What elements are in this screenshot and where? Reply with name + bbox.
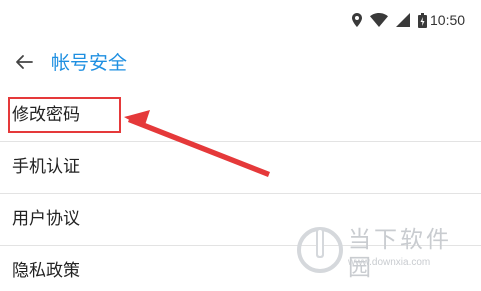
wifi-icon <box>370 13 388 27</box>
back-button[interactable] <box>12 50 36 74</box>
signal-icon <box>396 13 410 27</box>
settings-list: 修改密码 手机认证 用户协议 隐私政策 <box>0 90 481 291</box>
status-bar: 10:50 <box>0 0 481 38</box>
status-icons <box>352 12 435 28</box>
menu-item-label: 隐私政策 <box>12 261 80 281</box>
page-title: 帐号安全 <box>51 52 128 74</box>
menu-item-phone-verification[interactable]: 手机认证 <box>0 142 481 194</box>
back-arrow-icon <box>16 55 33 69</box>
menu-item-label: 用户协议 <box>12 209 80 229</box>
location-icon <box>352 13 362 27</box>
menu-item-privacy-policy[interactable]: 隐私政策 <box>0 246 481 291</box>
menu-item-label: 手机认证 <box>12 157 80 177</box>
status-time: 10:50 <box>430 12 466 28</box>
battery-icon <box>418 12 427 28</box>
menu-item-change-password[interactable]: 修改密码 <box>0 90 481 142</box>
app-bar: 帐号安全 <box>0 38 481 90</box>
menu-item-user-agreement[interactable]: 用户协议 <box>0 194 481 246</box>
menu-item-label: 修改密码 <box>12 105 80 125</box>
